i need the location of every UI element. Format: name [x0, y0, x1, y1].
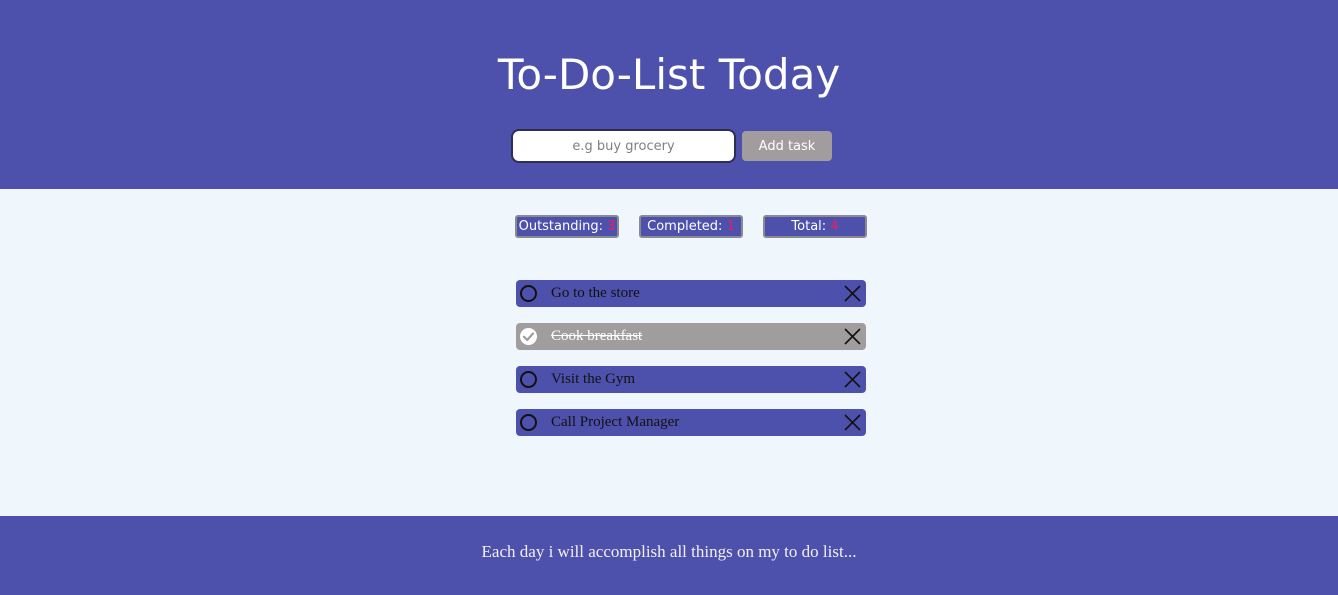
- task-item: Visit the Gym: [516, 366, 866, 393]
- total-counter-value: 4: [830, 219, 839, 234]
- completed-counter-value: 1: [726, 219, 735, 234]
- completed-counter: Completed: 1: [639, 215, 743, 238]
- footer-text: Each day i will accomplish all things on…: [481, 542, 857, 561]
- task-label: Cook breakfast: [551, 328, 643, 344]
- completed-counter-label: Completed:: [647, 219, 727, 234]
- circle-icon[interactable]: [519, 284, 538, 303]
- task-item: Call Project Manager: [516, 409, 866, 436]
- close-icon[interactable]: [843, 413, 862, 432]
- footer: Each day i will accomplish all things on…: [0, 516, 1338, 595]
- header: To-Do-List Today Add task: [0, 0, 1338, 189]
- outstanding-counter-value: 3: [607, 219, 616, 234]
- page-title: To-Do-List Today: [497, 50, 841, 99]
- add-task-button[interactable]: Add task: [742, 131, 832, 161]
- total-counter: Total: 4: [763, 215, 867, 238]
- close-icon[interactable]: [843, 284, 862, 303]
- close-icon[interactable]: [843, 370, 862, 389]
- outstanding-counter-label: Outstanding:: [518, 219, 608, 234]
- task-item: Cook breakfast: [516, 323, 866, 350]
- task-input[interactable]: [511, 129, 736, 163]
- task-label: Go to the store: [551, 285, 640, 301]
- task-label: Call Project Manager: [551, 414, 680, 430]
- circle-icon[interactable]: [519, 370, 538, 389]
- task-item: Go to the store: [516, 280, 866, 307]
- outstanding-counter: Outstanding: 3: [515, 215, 619, 238]
- total-counter-label: Total:: [791, 219, 831, 234]
- check-circle-icon[interactable]: [519, 327, 538, 346]
- circle-icon[interactable]: [519, 413, 538, 432]
- task-label: Visit the Gym: [551, 371, 636, 387]
- close-icon[interactable]: [843, 327, 862, 346]
